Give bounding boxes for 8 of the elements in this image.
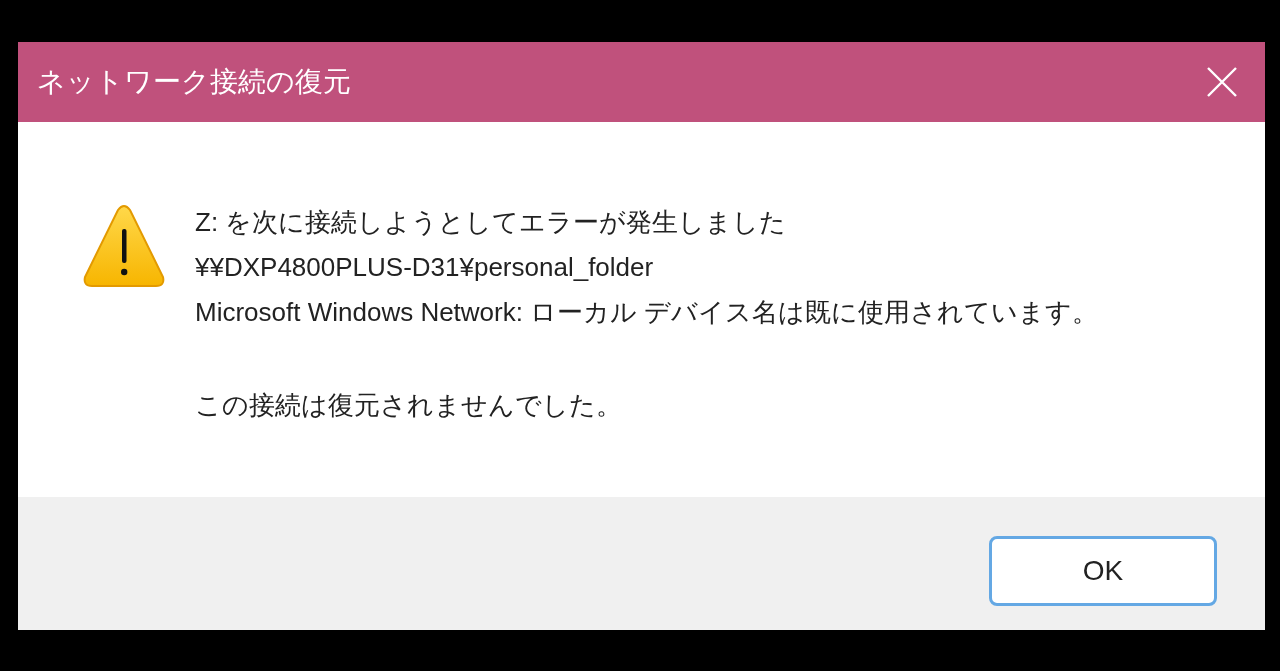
ok-button[interactable]: OK: [989, 536, 1217, 606]
close-icon[interactable]: [1207, 67, 1237, 97]
message-line: Z: を次に接続しようとしてエラーが発生しました: [195, 206, 788, 239]
window-title: ネットワーク接続の復元: [37, 65, 351, 99]
message-line: ¥¥DXP4800PLUS-D31¥personal_folder: [195, 251, 655, 284]
message-line: Microsoft Windows Network: ローカル デバイス名は既に使用されています。: [195, 296, 1099, 329]
warning-icon: [83, 205, 165, 287]
message-note: この接続は復元されませんでした。: [195, 389, 623, 422]
